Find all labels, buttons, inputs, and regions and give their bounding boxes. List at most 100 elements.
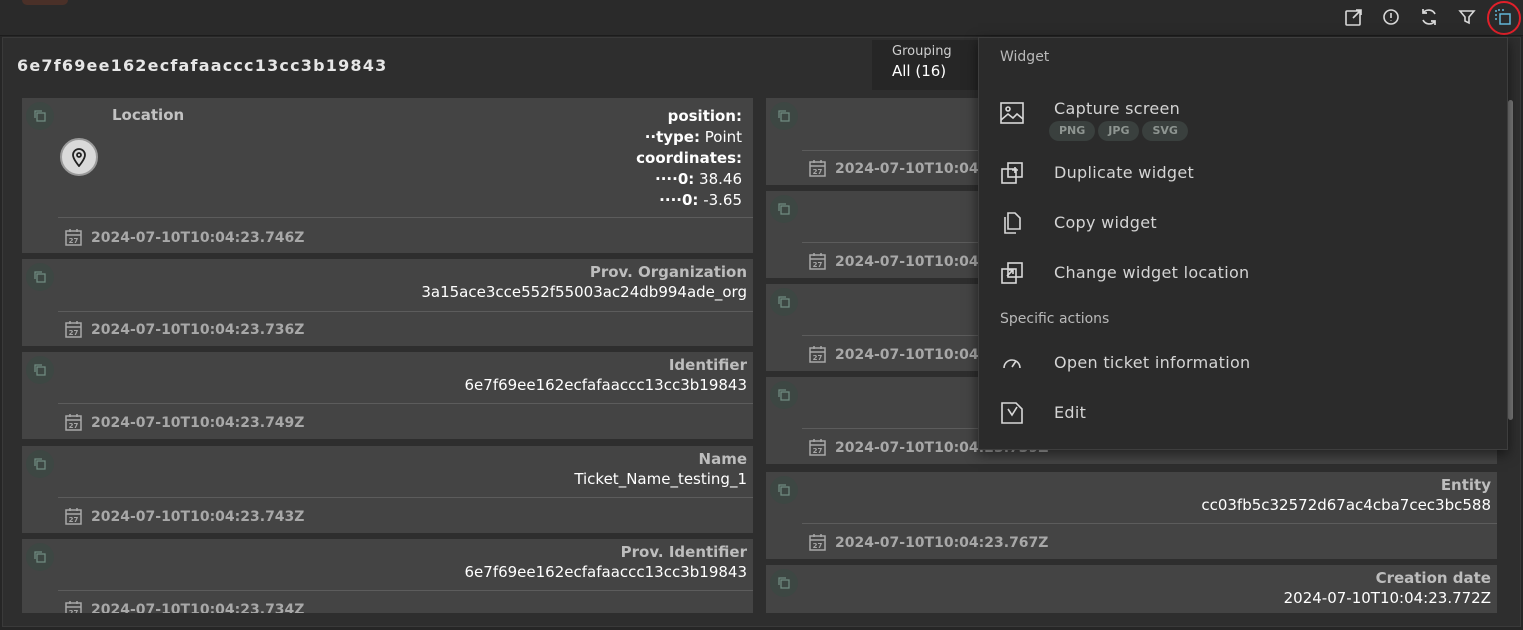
format-jpg-chip[interactable]: JPG [1098,121,1140,141]
timestamp-text: 2024-07-10T10:04 [835,160,979,177]
timestamp: 27 2024-07-10T10:04 [808,345,979,364]
duplicate-widget-label: Duplicate widget [1054,163,1195,182]
calendar-icon: 27 [64,507,83,526]
copy-icon[interactable] [770,569,798,597]
svg-text:27: 27 [69,422,79,430]
logo-strip [22,0,68,5]
top-toolbar [0,0,1523,36]
format-svg-chip[interactable]: SVG [1142,121,1188,141]
info-icon[interactable] [1379,5,1403,29]
field-card: Entity cc03fb5c32572d67ac4cba7cec3bc588 … [766,472,1497,559]
field-label: Name [698,450,747,468]
timestamp: 27 2024-07-10T10:04:23.746Z [64,228,304,247]
coord1-label: ····0: [659,191,699,209]
duplicate-icon [999,160,1025,186]
field-label: Prov. Organization [589,263,747,281]
svg-text:27: 27 [69,609,79,613]
copy-icon[interactable] [770,288,798,316]
field-card: Creation date 2024-07-10T10:04:23.772Z [766,565,1497,613]
type-label: ··type: [644,128,700,146]
field-label: Identifier [668,356,747,374]
widget-section-title: Widget [1000,49,1050,65]
edit-item[interactable]: Edit [979,391,1507,435]
format-png-chip[interactable]: PNG [1049,121,1096,141]
divider [58,403,753,404]
position-label: position: [667,107,742,125]
field-value: 2024-07-10T10:04:23.772Z [1283,589,1491,607]
duplicate-widget-item[interactable]: Duplicate widget [979,151,1507,195]
field-value: Ticket_Name_testing_1 [574,470,747,488]
field-label: Entity [1440,476,1491,494]
calendar-icon: 27 [64,413,83,432]
calendar-icon: 27 [808,533,827,552]
field-label: Creation date [1375,569,1491,587]
field-card: Prov. Organization 3a15ace3cce552f55003a… [22,259,753,346]
export-icon[interactable] [1342,5,1366,29]
timestamp-text: 2024-07-10T10:04:23.749Z [91,414,305,431]
grouping-selector[interactable]: Grouping All (16) [872,40,982,90]
map-pin-icon[interactable] [60,138,98,176]
svg-text:27: 27 [69,237,79,245]
field-value: 6e7f69ee162ecfafaaccc13cc3b19843 [464,563,748,581]
field-card: Identifier 6e7f69ee162ecfafaaccc13cc3b19… [22,352,753,439]
timestamp-text: 2024-07-10T10:04:23.743Z [91,508,305,525]
edit-label: Edit [1054,403,1087,422]
specific-actions-title: Specific actions [1000,311,1110,327]
svg-text:27: 27 [813,354,823,362]
timestamp: 27 2024-07-10T10:04:23.743Z [64,507,304,526]
grouping-value[interactable]: All (16) [892,62,982,80]
open-ticket-item[interactable]: Open ticket information [979,341,1507,385]
copy-widget-item[interactable]: Copy widget [979,201,1507,245]
copy-icon[interactable] [26,263,54,291]
location-title: Location [112,106,185,124]
coordinates-label: coordinates: [636,149,742,167]
filter-icon[interactable] [1455,5,1479,29]
change-location-label: Change widget location [1054,263,1250,282]
widget-menu-icon[interactable] [1487,1,1521,35]
svg-text:27: 27 [813,261,823,269]
divider [802,523,1497,524]
field-value: 3a15ace3cce552f55003ac24db994ade_org [421,283,747,301]
copy-icon[interactable] [26,543,54,571]
divider [58,311,753,312]
format-chips: PNG JPG SVG [1049,121,1188,141]
copy-icon[interactable] [26,356,54,384]
field-value: cc03fb5c32572d67ac4cba7cec3bc588 [1201,496,1491,514]
open-ticket-label: Open ticket information [1054,353,1251,372]
copy-icon[interactable] [770,195,798,223]
calendar-icon: 27 [808,252,827,271]
type-value: Point [704,128,742,146]
copy-icon [999,210,1025,236]
copy-icon[interactable] [26,450,54,478]
grouping-label: Grouping [892,44,952,59]
timestamp: 27 2024-07-10T10:04 [808,252,979,271]
refresh-icon[interactable] [1417,5,1441,29]
copy-icon[interactable] [770,476,798,504]
gauge-icon [999,350,1025,376]
field-value: 6e7f69ee162ecfafaaccc13cc3b19843 [464,376,748,394]
svg-text:27: 27 [813,542,823,550]
divider [58,590,753,591]
svg-text:27: 27 [69,516,79,524]
timestamp: 27 2024-07-10T10:04:23.767Z [808,533,1048,552]
timestamp-text: 2024-07-10T10:04 [835,346,979,363]
copy-widget-label: Copy widget [1054,213,1157,232]
coord0-value: 38.46 [699,170,742,188]
divider [58,217,753,218]
change-location-item[interactable]: Change widget location [979,251,1507,295]
calendar-icon: 27 [64,320,83,339]
field-label: Prov. Identifier [620,543,747,561]
page-title: 6e7f69ee162ecfafaaccc13cc3b19843 [17,56,388,75]
timestamp-text: 2024-07-10T10:04:23.736Z [91,321,305,338]
coord1-value: -3.65 [703,191,742,209]
copy-icon[interactable] [770,381,798,409]
widget-menu: Widget Capture screen PNG JPG SVG Duplic… [978,37,1508,450]
scrollbar[interactable] [1508,100,1513,420]
copy-icon[interactable] [26,102,54,130]
svg-text:27: 27 [813,447,823,455]
calendar-icon: 27 [808,159,827,178]
move-icon [999,260,1025,286]
edit-icon [999,400,1025,426]
calendar-icon: 27 [808,345,827,364]
copy-icon[interactable] [770,102,798,130]
